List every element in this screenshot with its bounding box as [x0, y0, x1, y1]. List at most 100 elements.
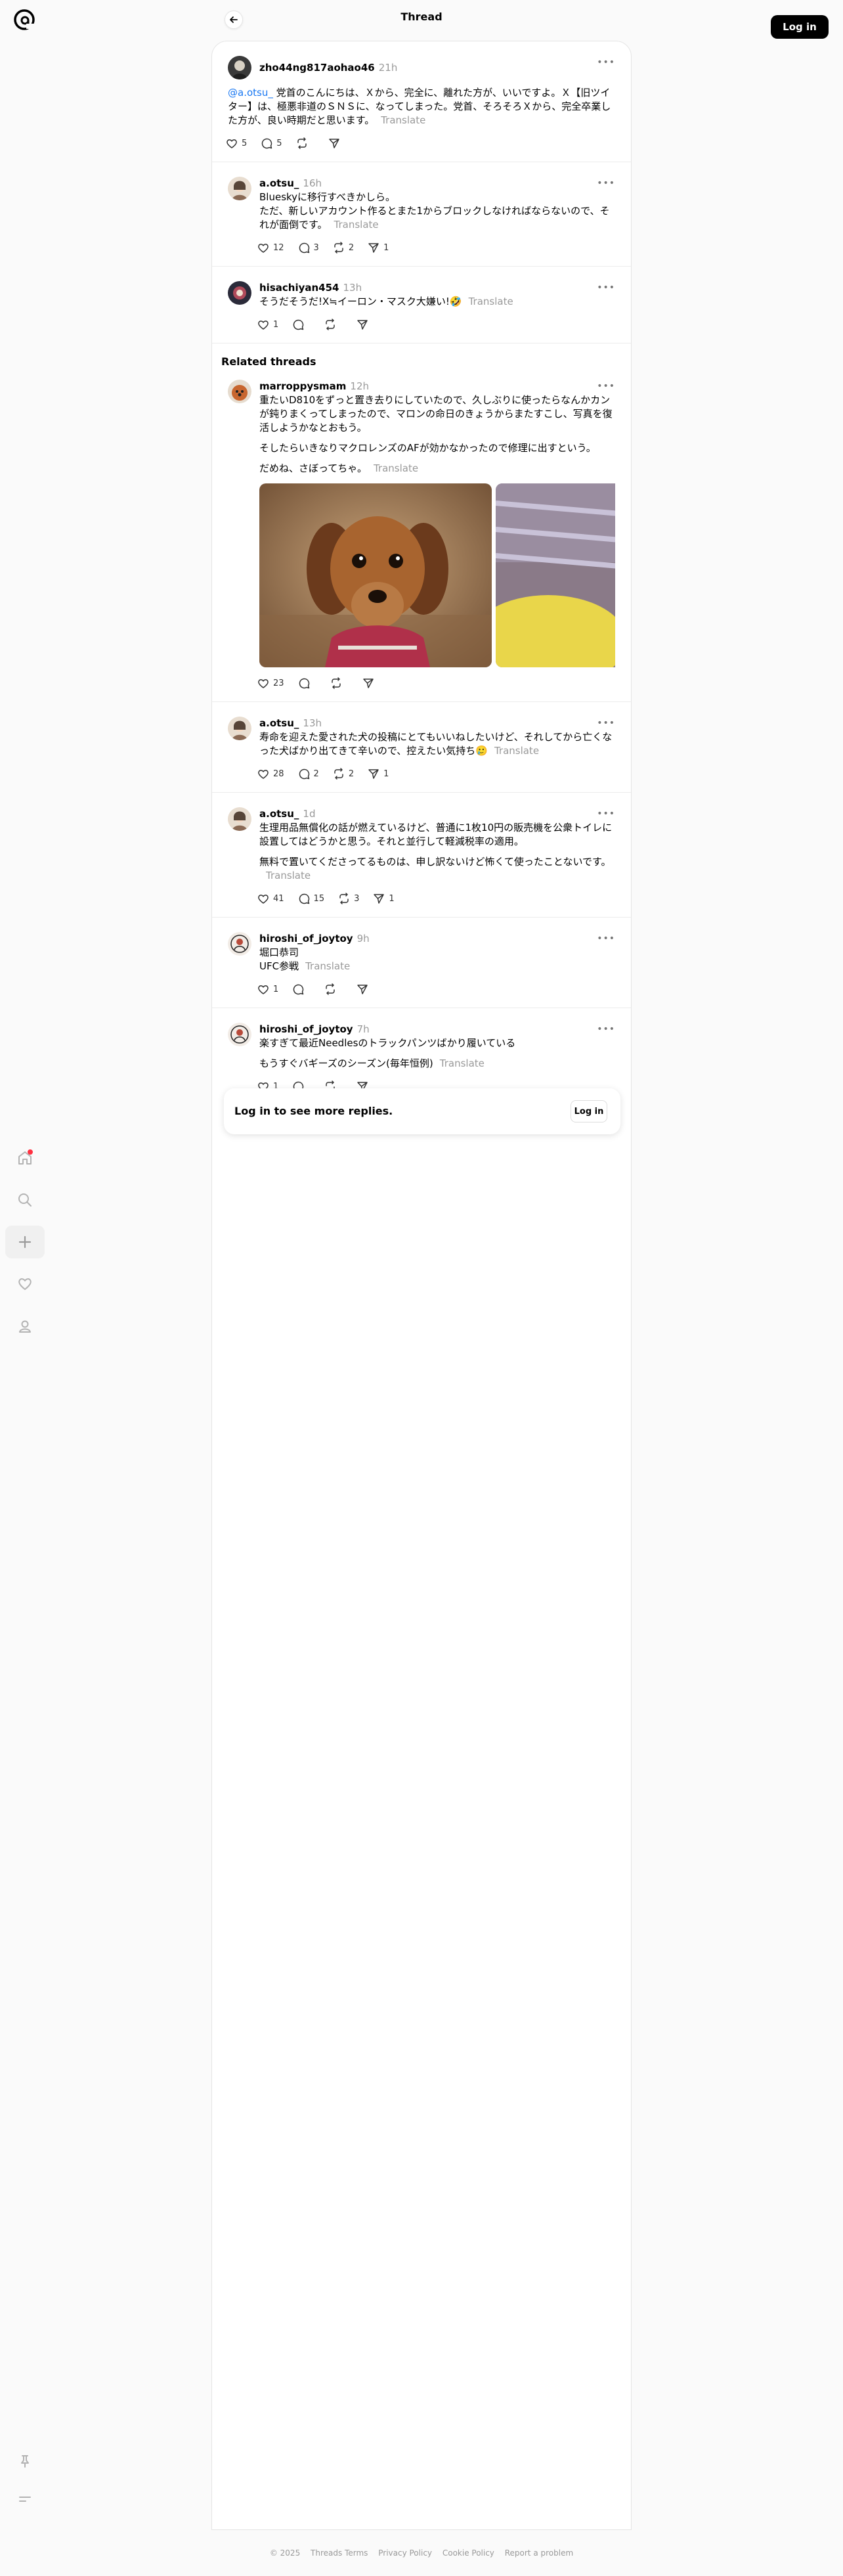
like-button[interactable]: 5 — [225, 137, 247, 150]
post-paragraph: 重たいD810をずっと置き去りにしていたので、久しぶりに使ったらなんかカンが鈍り… — [259, 394, 613, 433]
nav-search[interactable] — [5, 1184, 45, 1216]
more-options-icon[interactable]: ••• — [597, 178, 615, 189]
avatar[interactable] — [228, 717, 251, 740]
post-time[interactable]: 12h — [350, 380, 369, 392]
footer-terms-link[interactable]: Threads Terms — [311, 2548, 368, 2558]
repost-button[interactable]: 2 — [332, 241, 354, 254]
comment-icon — [293, 984, 304, 995]
repost-button[interactable]: 3 — [337, 892, 359, 905]
share-button[interactable]: 1 — [372, 892, 395, 905]
nav-profile[interactable] — [5, 1310, 45, 1343]
like-button[interactable]: 41 — [257, 892, 284, 905]
like-button[interactable]: 23 — [257, 677, 284, 690]
heart-icon — [227, 139, 237, 148]
login-prompt-button[interactable]: Log in — [571, 1100, 607, 1122]
nav-menu[interactable] — [5, 2483, 45, 2516]
mention-link[interactable]: @a.otsu_ — [228, 87, 273, 99]
plus-icon — [18, 1235, 32, 1249]
share-button[interactable]: 1 — [367, 241, 389, 254]
more-options-icon[interactable]: ••• — [597, 718, 615, 728]
reply-button[interactable]: 2 — [297, 767, 319, 780]
like-button[interactable]: 1 — [257, 983, 278, 996]
share-button[interactable] — [356, 318, 375, 331]
repost-button[interactable]: 2 — [332, 767, 354, 780]
like-button[interactable]: 28 — [257, 767, 284, 780]
heart-icon — [258, 895, 269, 904]
translate-link[interactable]: Translate — [266, 870, 311, 881]
avatar[interactable] — [228, 807, 251, 831]
repost-button[interactable] — [324, 318, 343, 331]
login-button[interactable]: Log in — [771, 15, 829, 39]
more-options-icon[interactable]: ••• — [597, 1024, 615, 1034]
like-button[interactable]: 1 — [257, 318, 278, 331]
nav-home[interactable] — [5, 1142, 45, 1174]
more-options-icon[interactable]: ••• — [597, 57, 615, 68]
more-options-icon[interactable]: ••• — [597, 282, 615, 293]
more-options-icon[interactable]: ••• — [597, 381, 615, 391]
reply-button[interactable] — [292, 983, 311, 996]
reply-post: ••• hisachiyan454 13h そうだそうだ!X≒イーロン・マスク大嫌… — [212, 267, 631, 344]
nav-create[interactable] — [5, 1226, 45, 1258]
more-options-icon[interactable]: ••• — [597, 933, 615, 944]
translate-link[interactable]: Translate — [440, 1057, 485, 1069]
footer-cookie-link[interactable]: Cookie Policy — [443, 2548, 494, 2558]
share-button[interactable] — [328, 137, 347, 150]
translate-link[interactable]: Translate — [305, 960, 350, 972]
copyright: © 2025 — [269, 2548, 301, 2558]
threads-logo-icon[interactable] — [13, 8, 35, 32]
nav-activity[interactable] — [5, 1268, 45, 1300]
repost-icon — [326, 983, 335, 995]
dachshund-photo-2[interactable] — [496, 483, 615, 667]
username[interactable]: marroppysmam — [259, 380, 346, 392]
reply-button[interactable] — [297, 677, 316, 690]
post-time[interactable]: 21h — [379, 62, 398, 74]
reply-button[interactable]: 5 — [260, 137, 282, 150]
username[interactable]: zho44ng817aohao46 — [259, 62, 375, 74]
post-time[interactable]: 16h — [303, 177, 322, 189]
post-time[interactable]: 13h — [343, 282, 362, 294]
reply-button[interactable]: 3 — [297, 241, 319, 254]
share-button[interactable] — [362, 677, 381, 690]
translate-link[interactable]: Translate — [374, 462, 418, 474]
footer-privacy-link[interactable]: Privacy Policy — [378, 2548, 432, 2558]
footer-report-link[interactable]: Report a problem — [505, 2548, 573, 2558]
username[interactable]: a.otsu_ — [259, 717, 299, 729]
search-icon — [18, 1193, 32, 1207]
translate-link[interactable]: Translate — [494, 745, 539, 757]
translate-link[interactable]: Translate — [469, 296, 513, 307]
post-text: 重たいD810をずっと置き去りにしていたので、久しぶりに使ったらなんかカンが鈍り… — [259, 393, 615, 476]
heart-icon — [258, 244, 269, 253]
post-time[interactable]: 7h — [357, 1023, 370, 1035]
post-time[interactable]: 1d — [303, 808, 315, 820]
dachshund-photo[interactable] — [259, 483, 492, 667]
username[interactable]: hiroshi_of_joytoy — [259, 933, 353, 944]
post-time[interactable]: 13h — [303, 717, 322, 729]
like-button[interactable]: 12 — [257, 241, 284, 254]
comment-icon — [293, 319, 304, 330]
repost-button[interactable] — [295, 137, 314, 150]
reply-button[interactable] — [292, 318, 311, 331]
username[interactable]: hiroshi_of_joytoy — [259, 1023, 353, 1035]
translate-link[interactable]: Translate — [381, 114, 425, 126]
translate-link[interactable]: Translate — [334, 219, 379, 231]
heart-icon — [258, 679, 269, 688]
avatar[interactable] — [228, 177, 251, 200]
repost-button[interactable] — [324, 983, 343, 996]
share-button[interactable] — [356, 983, 375, 996]
username[interactable]: a.otsu_ — [259, 808, 299, 820]
username[interactable]: a.otsu_ — [259, 177, 299, 189]
repost-button[interactable] — [330, 677, 349, 690]
nav-pin[interactable] — [5, 2445, 45, 2477]
share-button[interactable]: 1 — [367, 767, 389, 780]
more-options-icon[interactable]: ••• — [597, 809, 615, 819]
username[interactable]: hisachiyan454 — [259, 282, 339, 294]
avatar[interactable] — [228, 932, 251, 956]
avatar[interactable] — [228, 380, 251, 403]
photo-carousel[interactable] — [259, 483, 615, 667]
post-paragraph: そしたらいきなりマクロレンズのAFが効かなかったので修理に出すという。 — [259, 442, 596, 454]
avatar[interactable] — [228, 1023, 251, 1046]
avatar[interactable] — [228, 281, 251, 305]
reply-button[interactable]: 15 — [297, 892, 324, 905]
post-time[interactable]: 9h — [357, 933, 370, 944]
avatar[interactable] — [228, 56, 251, 79]
